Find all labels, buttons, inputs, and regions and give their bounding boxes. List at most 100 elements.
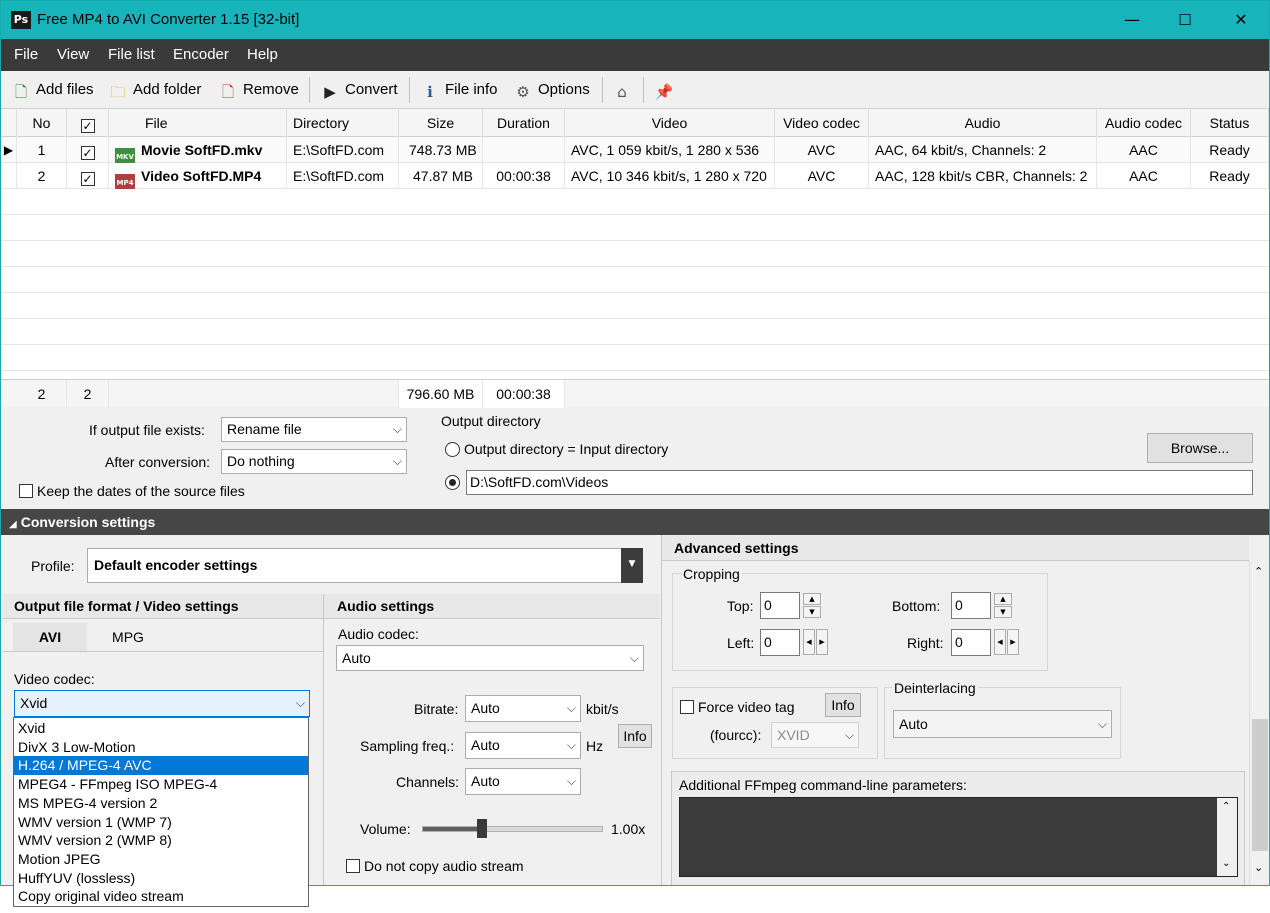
after-conversion-select[interactable]: Do nothing ⌵ (221, 449, 407, 474)
crop-top-down-icon[interactable]: ▼ (803, 606, 821, 618)
crop-bottom-up-icon[interactable]: ▲ (994, 593, 1012, 605)
col-status[interactable]: Status (1191, 109, 1269, 137)
codec-option-selected[interactable]: H.264 / MPEG-4 AVC (14, 756, 308, 776)
if-exists-select[interactable]: Rename file ⌵ (221, 417, 407, 442)
textarea-scrollbar[interactable]: ⌃ ⌄ (1217, 798, 1237, 876)
force-video-tag-option[interactable]: Force video tag (680, 699, 795, 715)
conversion-settings-bar[interactable]: ◢ Conversion settings (1, 509, 1269, 535)
no-copy-audio-checkbox[interactable] (346, 859, 360, 873)
home-button[interactable]: ⌂ (612, 79, 637, 101)
col-file[interactable]: File (109, 109, 287, 137)
menu-file[interactable]: File (14, 46, 38, 63)
crop-left-inc-icon[interactable]: ▶ (816, 629, 828, 655)
menu-file-list[interactable]: File list (108, 46, 155, 63)
codec-option[interactable]: Xvid (14, 719, 308, 738)
crop-left-input[interactable]: 0 (760, 629, 800, 656)
menu-encoder[interactable]: Encoder (173, 46, 229, 63)
codec-option[interactable]: Motion JPEG (14, 850, 308, 869)
add-files-button[interactable]: 🗋 Add files (11, 79, 94, 101)
scroll-up-icon[interactable]: ⌃ (1222, 801, 1230, 812)
check-all-checkbox[interactable]: ✓ (80, 119, 95, 133)
scrollbar-thumb[interactable] (1252, 719, 1268, 851)
codec-option[interactable]: WMV version 2 (WMP 8) (14, 831, 308, 850)
close-icon[interactable]: ✕ (1213, 1, 1269, 39)
table-row[interactable]: 2 ✓ MP4 Video SoftFD.MP4 E:\SoftFD.com 47… (1, 163, 1269, 189)
output-custom-radio[interactable] (445, 475, 460, 490)
channels-select[interactable]: Auto ⌵ (465, 768, 581, 795)
codec-option[interactable]: MPEG4 - FFmpeg ISO MPEG-4 (14, 775, 308, 794)
add-folder-button[interactable]: 🗀 Add folder (108, 79, 201, 101)
row-checkbox[interactable]: ✓ (80, 146, 95, 160)
output-custom-option[interactable] (445, 474, 460, 490)
audio-info-button[interactable]: Info (618, 724, 652, 748)
volume-slider-track[interactable] (422, 826, 603, 832)
row-checkbox-cell[interactable]: ✓ (67, 163, 109, 189)
bitrate-select[interactable]: Auto ⌵ (465, 695, 581, 722)
scroll-up-icon[interactable]: ⌃ (1254, 565, 1263, 578)
crop-bottom-input[interactable]: 0 (951, 592, 991, 619)
convert-button[interactable]: ▶ Convert (320, 79, 397, 101)
remove-button[interactable]: 🗋 Remove (218, 79, 299, 101)
output-same-option[interactable]: Output directory = Input directory (445, 441, 668, 457)
col-video-codec[interactable]: Video codec (775, 109, 869, 137)
codec-option[interactable]: HuffYUV (lossless) (14, 869, 308, 888)
profile-select[interactable]: Default encoder settings (87, 548, 643, 583)
col-video[interactable]: Video (565, 109, 775, 137)
video-codec-select[interactable]: Xvid ⌵ (14, 690, 310, 717)
chevron-down-icon: ⌵ (566, 701, 576, 715)
col-directory[interactable]: Directory (287, 109, 399, 137)
codec-option[interactable]: DivX 3 Low-Motion (14, 738, 308, 757)
col-no[interactable]: No (17, 109, 67, 137)
deinterlacing-select[interactable]: Auto ⌵ (893, 710, 1112, 738)
scroll-down-icon[interactable]: ⌄ (1254, 861, 1263, 874)
keep-dates-option[interactable]: Keep the dates of the source files (19, 483, 245, 499)
chevron-down-icon: ⌵ (566, 738, 576, 752)
video-codec-dropdown-list: Xvid DivX 3 Low-Motion H.264 / MPEG-4 AV… (13, 717, 309, 907)
audio-codec-select[interactable]: Auto ⌵ (336, 645, 644, 671)
menu-help[interactable]: Help (247, 46, 278, 63)
minimize-icon[interactable]: — (1104, 1, 1160, 39)
crop-bottom-down-icon[interactable]: ▼ (994, 606, 1012, 618)
ffmpeg-params-label: Additional FFmpeg command-line parameter… (679, 777, 967, 793)
codec-option[interactable]: Copy original video stream (14, 887, 308, 906)
no-copy-audio-option[interactable]: Do not copy audio stream (346, 858, 524, 874)
sampling-freq-select[interactable]: Auto ⌵ (465, 732, 581, 759)
crop-right-inc-icon[interactable]: ▶ (1007, 629, 1019, 655)
col-size[interactable]: Size (399, 109, 483, 137)
codec-option[interactable]: MS MPEG-4 version 2 (14, 794, 308, 813)
output-directory-input[interactable]: D:\SoftFD.com\Videos (466, 470, 1253, 495)
remove-file-icon: 🗋 (221, 83, 235, 101)
col-check[interactable]: ✓ (67, 109, 109, 137)
advanced-scrollbar[interactable]: ⌃ ⌄ (1249, 561, 1269, 885)
crop-right-dec-icon[interactable]: ◀ (994, 629, 1006, 655)
codec-option[interactable]: WMV version 1 (WMP 7) (14, 813, 308, 832)
ffmpeg-params-textarea[interactable]: ⌃ ⌄ (679, 797, 1238, 877)
col-audio[interactable]: Audio (869, 109, 1097, 137)
keep-dates-checkbox[interactable] (19, 484, 33, 498)
crop-top-up-icon[interactable]: ▲ (803, 593, 821, 605)
col-duration[interactable]: Duration (483, 109, 565, 137)
profile-dropdown-icon[interactable]: ▼ (621, 548, 643, 583)
tab-avi[interactable]: AVI (13, 623, 87, 651)
scroll-down-icon[interactable]: ⌄ (1222, 858, 1230, 869)
empty-row (1, 267, 1269, 293)
browse-button[interactable]: Browse... (1147, 433, 1253, 463)
video-tag-info-button[interactable]: Info (825, 693, 861, 717)
table-row[interactable]: ▶ 1 ✓ MKV Movie SoftFD.mkv E:\SoftFD.com … (1, 137, 1269, 163)
crop-left-dec-icon[interactable]: ◀ (803, 629, 815, 655)
force-video-tag-checkbox[interactable] (680, 700, 694, 714)
maximize-icon[interactable]: ☐ (1157, 1, 1213, 39)
pin-button[interactable]: 📌 (654, 79, 679, 101)
tab-mpg[interactable]: MPG (87, 623, 169, 651)
col-audio-codec[interactable]: Audio codec (1097, 109, 1191, 137)
options-button[interactable]: ⚙ Options (513, 79, 589, 101)
fourcc-select[interactable]: XVID ⌵ (771, 722, 859, 748)
crop-right-input[interactable]: 0 (951, 629, 991, 656)
volume-slider-thumb[interactable] (476, 819, 487, 838)
file-info-button[interactable]: ℹ File info (420, 79, 497, 101)
output-same-radio[interactable] (445, 442, 460, 457)
menu-view[interactable]: View (57, 46, 89, 63)
row-checkbox-cell[interactable]: ✓ (67, 137, 109, 163)
crop-top-input[interactable]: 0 (760, 592, 800, 619)
row-checkbox[interactable]: ✓ (80, 172, 95, 186)
